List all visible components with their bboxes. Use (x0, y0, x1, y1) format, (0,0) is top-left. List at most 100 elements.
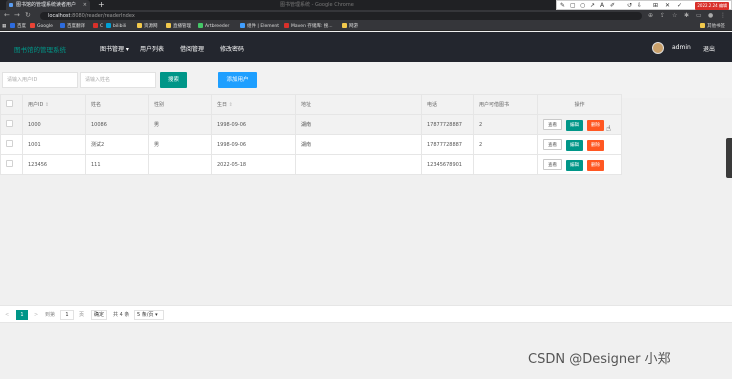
cell-name: 测试2 (85, 134, 149, 155)
tab-close-icon[interactable]: × (83, 0, 87, 10)
bookmark-item[interactable]: 资源网 (137, 23, 158, 30)
row-checkbox[interactable] (6, 120, 13, 127)
delete-button[interactable]: 删除 (587, 139, 604, 151)
url-host: localhost (48, 13, 71, 19)
view-button[interactable]: 查看 (543, 138, 562, 150)
new-tab-button[interactable]: + (98, 0, 105, 9)
logout-link[interactable]: 退出 (703, 44, 715, 53)
row-checkbox[interactable] (6, 160, 13, 167)
text-icon[interactable]: A (600, 2, 604, 9)
column-header: 电话 (421, 94, 474, 115)
bookmark-item[interactable]: bilibili (106, 23, 126, 30)
sort-icon[interactable]: ⇕ (45, 102, 49, 108)
avatar[interactable] (652, 42, 664, 54)
save-icon[interactable]: ⇩ (637, 2, 642, 9)
current-page[interactable]: 1 (16, 310, 28, 320)
menu-icon[interactable]: ⋮ (720, 12, 726, 19)
screenshot-annotation-toolbar: ✎ ▢ ○ ↗ A ✐ ↺ ⇩ ⊞ ✕ ✓ 2022.2.24 编辑 (556, 0, 732, 10)
search-button[interactable]: 搜索 (160, 72, 187, 88)
column-header: 性别 (148, 94, 212, 115)
column-header-label: 用户ID (28, 102, 44, 108)
bookmark-label: Artbreeder (205, 24, 230, 29)
pin-icon[interactable]: ⊞ (653, 2, 658, 9)
side-panel-handle[interactable] (726, 138, 732, 178)
page-size-select[interactable]: 5 条/页 ▾ (134, 310, 164, 320)
column-header: 用户可借图书 (473, 94, 538, 115)
view-button[interactable]: 查看 (543, 118, 562, 130)
share-icon[interactable]: ⇪ (660, 12, 665, 19)
goto-confirm-button[interactable]: 确定 (91, 310, 107, 320)
bookmark-item[interactable]: 其他书签 (700, 23, 725, 30)
translate-icon[interactable]: ⊕ (648, 12, 653, 19)
cell-actions: 查看 编辑 删除 (537, 154, 622, 175)
profile-icon[interactable]: ● (708, 12, 713, 19)
pen-icon[interactable]: ✎ (560, 2, 565, 9)
delete-button[interactable]: 删除 (587, 119, 604, 131)
reload-icon[interactable]: ↻ (25, 11, 31, 19)
bookmark-item[interactable]: C (93, 23, 103, 30)
bookmarks-bar: ▦ 百度 Google 百度翻译 C bilibili 资源网 直播管理 Art… (0, 22, 732, 31)
nav-book-management[interactable]: 图书管理 ▾ (100, 44, 129, 53)
next-page-icon[interactable]: > (34, 310, 38, 320)
nav-borrow-management[interactable]: 借阅管理 (180, 44, 204, 53)
select-all-cell (0, 94, 23, 115)
user-id-input[interactable]: 请输入用户ID (2, 72, 78, 88)
cell-address (295, 154, 422, 175)
confirm-icon[interactable]: ✓ (677, 2, 682, 9)
goto-page-input[interactable]: 1 (60, 310, 74, 320)
username[interactable]: admin (672, 44, 691, 51)
bookmark-item[interactable]: 网游 (342, 23, 358, 30)
cell-address: 湖南 (295, 134, 422, 155)
bookmark-item[interactable]: 百度 (10, 23, 26, 30)
ellipse-icon[interactable]: ○ (580, 2, 585, 9)
column-header[interactable]: 生日 ⇕ (211, 94, 296, 115)
bookmark-item[interactable]: 百度翻译 (60, 23, 85, 30)
browser-tab[interactable]: 图书馆的管理系统读者用户 × (6, 0, 90, 10)
bookmark-item[interactable]: Maven 存储库: 搜... (284, 23, 333, 30)
search-toolbar: 请输入用户ID 请输入姓名 搜索 添加用户 (0, 62, 732, 98)
undo-icon[interactable]: ↺ (627, 2, 632, 9)
apps-icon[interactable]: ▦ (2, 23, 6, 30)
url-field[interactable]: localhost:8080/reader/readerIndex (40, 12, 642, 20)
rect-icon[interactable]: ▢ (570, 2, 576, 9)
bookmark-item[interactable]: 组件 | Element (240, 23, 279, 30)
sidebar-icon[interactable]: ▭ (696, 12, 702, 19)
extension-icon[interactable]: ✱ (684, 12, 689, 19)
chevron-down-icon: ▾ (155, 312, 158, 318)
bookmark-item[interactable]: 直播管理 (166, 23, 191, 30)
nav-change-password[interactable]: 修改密码 (220, 44, 244, 53)
star-icon[interactable]: ☆ (672, 12, 677, 19)
row-checkbox[interactable] (6, 140, 13, 147)
edit-button[interactable]: 编辑 (566, 119, 583, 131)
close-icon[interactable]: ✕ (665, 2, 670, 9)
column-header[interactable]: 用户ID ⇕ (22, 94, 86, 115)
watermark: CSDN @Designer 小郑 (528, 352, 671, 367)
bookmark-item[interactable]: Artbreeder (198, 23, 229, 30)
app-logo[interactable]: 图书馆的管理系统 (14, 44, 66, 54)
add-user-button[interactable]: 添加用户 (218, 72, 257, 88)
name-input[interactable]: 请输入姓名 (80, 72, 156, 88)
bookmark-label: 网游 (349, 24, 358, 29)
arrow-icon[interactable]: ↗ (590, 2, 595, 9)
sort-icon[interactable]: ⇕ (229, 102, 233, 108)
marker-icon[interactable]: ✐ (610, 2, 615, 9)
cell-user-id: 123456 (22, 154, 86, 175)
bookmark-label: 组件 | Element (247, 24, 280, 29)
cell-birthday: 1998-09-06 (211, 134, 296, 155)
view-button[interactable]: 查看 (543, 158, 562, 170)
edit-button[interactable]: 编辑 (566, 159, 583, 171)
select-all-checkbox[interactable] (6, 100, 13, 107)
cell-gender (148, 154, 212, 175)
delete-button[interactable]: 删除 (587, 159, 604, 171)
bookmark-item[interactable]: Google (30, 23, 53, 30)
bookmark-label: bilibili (113, 24, 127, 29)
back-icon[interactable]: ← (4, 11, 10, 19)
page-size-label: 5 条/页 (137, 312, 154, 318)
bookmark-icon (93, 23, 98, 28)
forward-icon[interactable]: → (14, 11, 20, 19)
edit-button[interactable]: 编辑 (566, 139, 583, 151)
nav-user-list[interactable]: 用户列表 (140, 44, 164, 53)
prev-page-icon[interactable]: < (5, 310, 9, 320)
bookmark-label: 资源网 (144, 24, 158, 29)
cell-name: 111 (85, 154, 149, 175)
